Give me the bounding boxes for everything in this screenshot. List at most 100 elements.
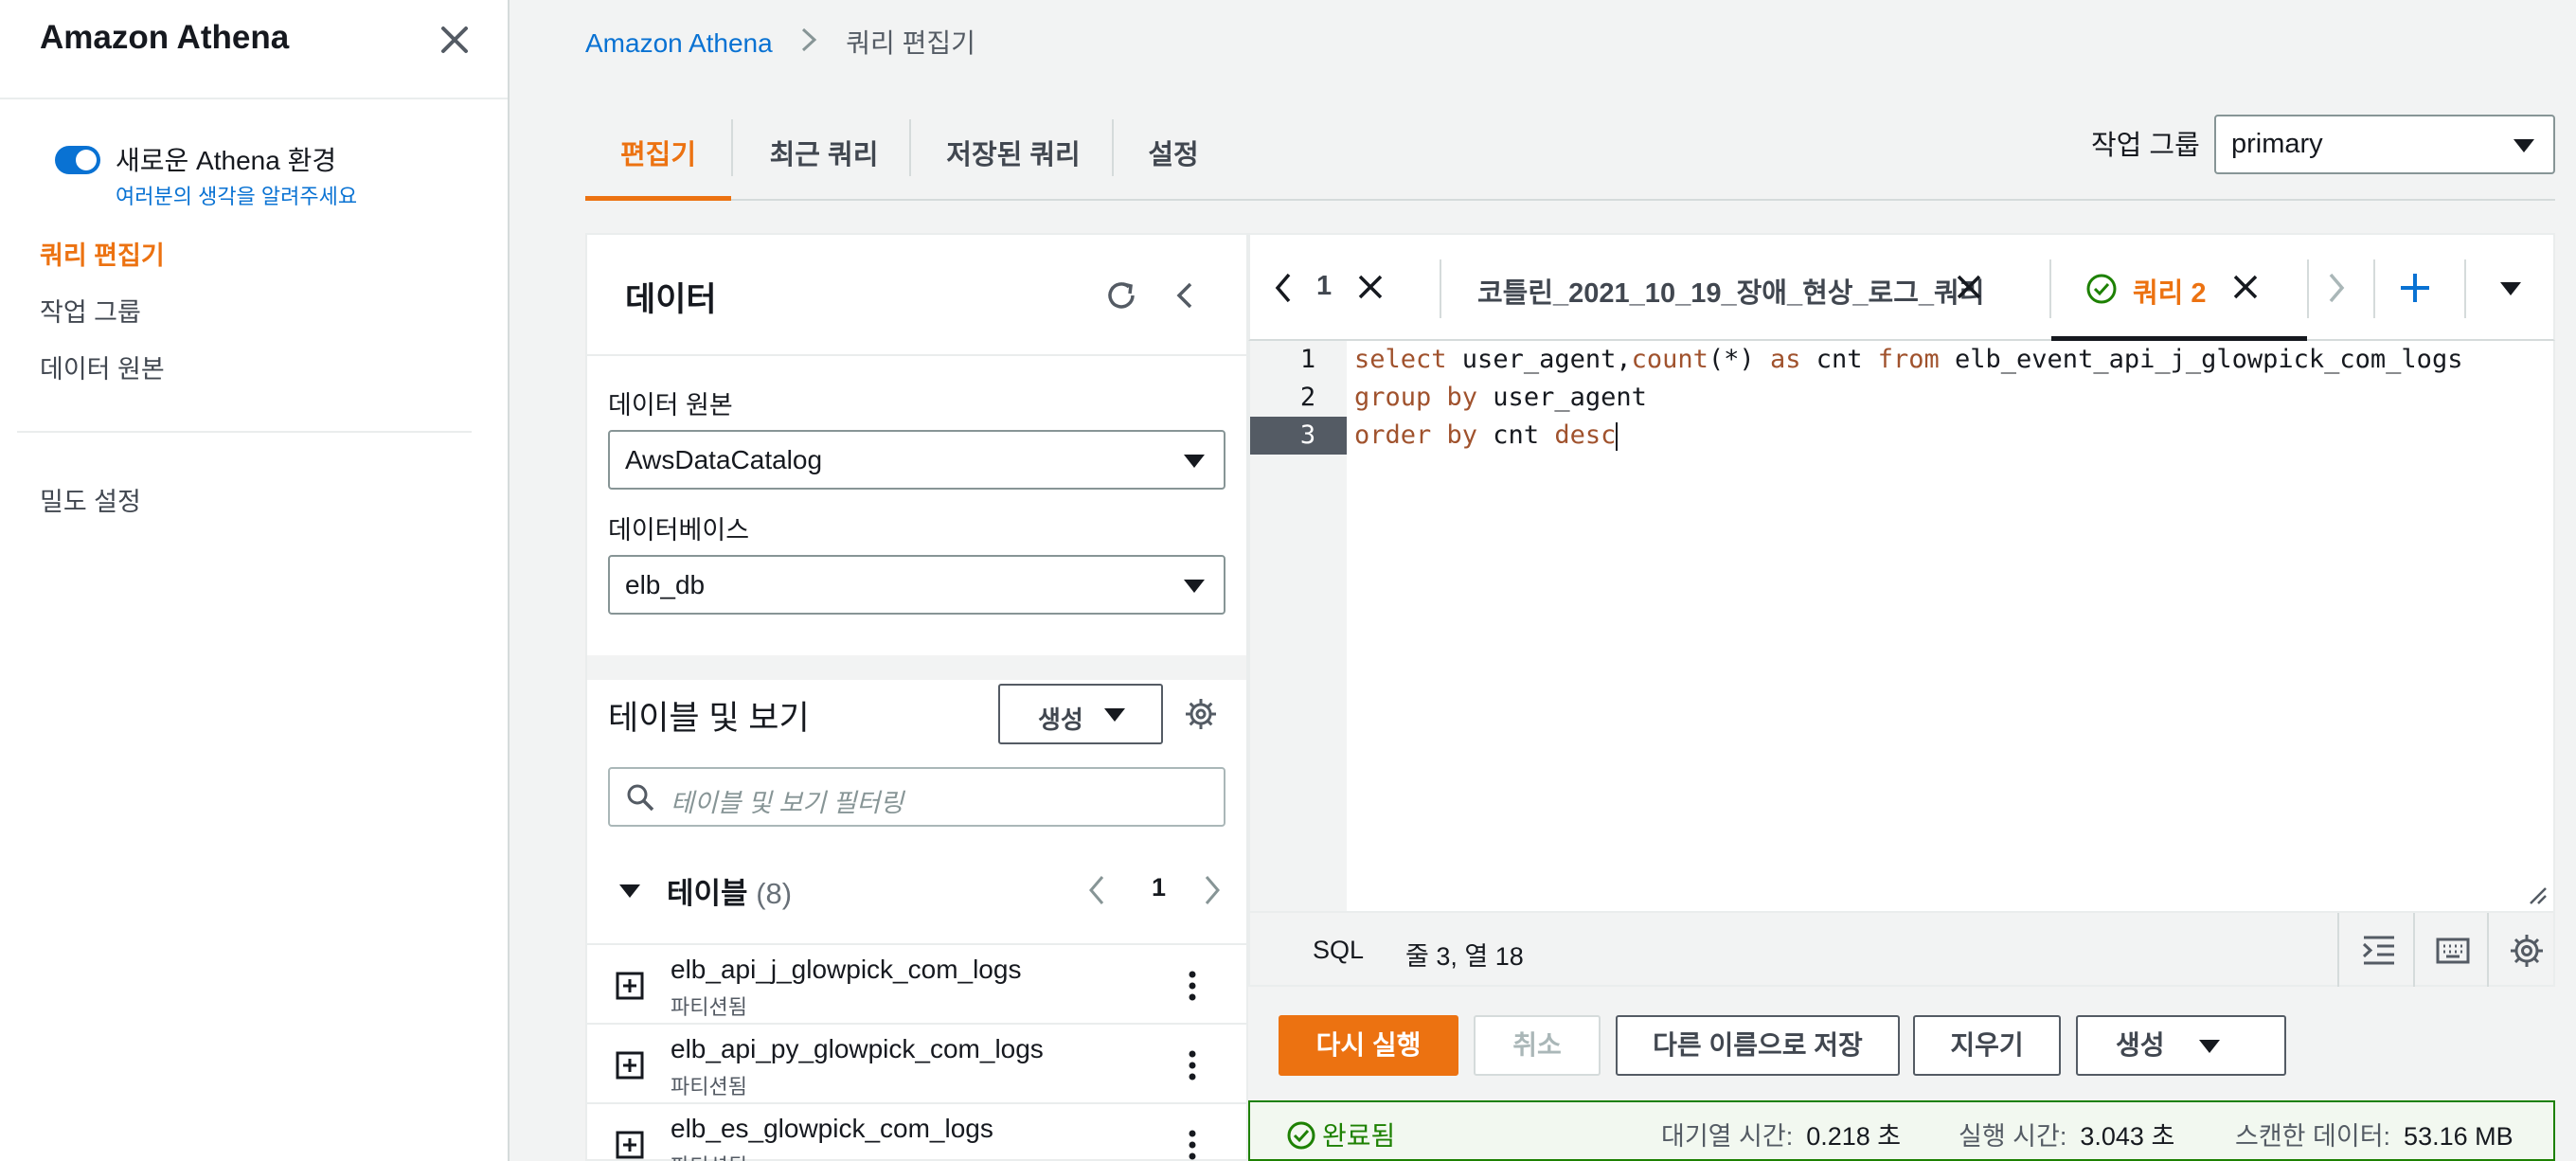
gear-icon[interactable] — [1184, 697, 1218, 731]
sql-keyword: group by — [1354, 383, 1478, 412]
refresh-icon[interactable] — [1102, 277, 1140, 314]
section-spacer — [587, 655, 1246, 680]
table-partition-status: 파티션됨 — [671, 1075, 747, 1098]
more-vertical-icon[interactable] — [1188, 1129, 1197, 1161]
more-vertical-icon[interactable] — [1188, 1049, 1197, 1081]
query-tab-label: 1 — [1316, 271, 1333, 301]
data-scanned-label: 스캔한 데이터: — [2235, 1122, 2391, 1151]
table-partition-status: 파티션됨 — [671, 995, 747, 1019]
caret-down-icon — [1184, 580, 1205, 593]
chevron-left-icon[interactable] — [1167, 277, 1205, 314]
query-tab[interactable]: 1 — [1313, 235, 1426, 341]
breadcrumb-current: 쿼리 편집기 — [846, 28, 975, 58]
close-icon[interactable] — [1354, 271, 1386, 303]
sql-keyword: order by — [1354, 420, 1478, 450]
feedback-link[interactable]: 여러분의 생각을 알려주세요 — [116, 180, 357, 210]
table-row[interactable]: elb_api_py_glowpick_com_logs 파티션됨 — [587, 1023, 1246, 1102]
run-again-button[interactable]: 다시 실행 — [1279, 1015, 1458, 1076]
sql-function: count — [1631, 345, 1708, 374]
create-dropdown-button[interactable]: 생성 — [2076, 1015, 2286, 1076]
database-label: 데이터베이스 — [608, 516, 750, 545]
chevron-left-icon[interactable] — [1083, 873, 1110, 907]
tab-settings[interactable]: 설정 — [1114, 127, 1233, 201]
expand-plus-icon[interactable] — [616, 972, 644, 1000]
nav-item-workgroups[interactable]: 작업 그룹 — [40, 292, 141, 329]
search-icon — [627, 784, 654, 812]
caret-down-icon[interactable] — [619, 884, 640, 898]
line-number: 2 — [1299, 383, 1316, 412]
close-icon[interactable] — [434, 19, 475, 61]
expand-plus-icon[interactable] — [616, 1131, 644, 1159]
sql-text: user_agent, — [1446, 345, 1632, 374]
tab-divider — [2373, 259, 2375, 318]
sql-keyword: desc — [1554, 420, 1617, 450]
divider — [587, 354, 1246, 356]
resize-handle-icon[interactable] — [2527, 884, 2548, 905]
format-query-icon[interactable] — [2360, 932, 2398, 970]
language-indicator: SQL — [1313, 936, 1365, 964]
tabs-menu-caret-icon[interactable] — [2500, 282, 2521, 295]
line-number: 1 — [1299, 345, 1316, 374]
workgroup-value: primary — [2231, 129, 2323, 159]
add-tab-icon[interactable] — [2398, 271, 2432, 305]
close-icon[interactable] — [1953, 271, 1985, 303]
table-row[interactable]: elb_api_j_glowpick_com_logs 파티션됨 — [587, 943, 1246, 1023]
save-as-button[interactable]: 다른 이름으로 저장 — [1616, 1015, 1900, 1076]
gear-icon[interactable] — [2508, 932, 2546, 970]
sql-editor[interactable]: 1 2 3 select user_agent,count(*) as cnt … — [1248, 341, 2555, 911]
side-navigation: Amazon Athena 새로운 Athena 환경 여러분의 생각을 알려주… — [0, 0, 510, 1161]
nav-item-data-sources[interactable]: 데이터 원본 — [40, 348, 165, 385]
code-line: select user_agent,count(*) as cnt from e… — [1354, 341, 2462, 379]
tab-saved-queries[interactable]: 저장된 쿼리 — [911, 127, 1116, 201]
keyboard-icon[interactable] — [2434, 932, 2472, 970]
sql-text: user_agent — [1477, 383, 1647, 412]
query-actions: 다시 실행 취소 다른 이름으로 저장 지우기 생성 — [1248, 987, 2555, 1100]
caret-down-icon — [1184, 455, 1205, 468]
create-label: 생성 — [2116, 1030, 2165, 1060]
expand-plus-icon[interactable] — [616, 1051, 644, 1080]
chevron-left-icon[interactable] — [1269, 271, 1297, 305]
database-value: elb_db — [625, 570, 706, 599]
create-dropdown-button[interactable]: 생성 — [998, 684, 1163, 744]
tables-label-text: 테이블 — [667, 877, 748, 910]
nav-item-query-editor[interactable]: 쿼리 편집기 — [40, 235, 165, 272]
breadcrumb-root-link[interactable]: Amazon Athena — [585, 28, 773, 58]
queue-time-value: 0.218 초 — [1806, 1122, 1902, 1151]
cancel-button[interactable]: 취소 — [1474, 1015, 1601, 1076]
clear-button[interactable]: 지우기 — [1913, 1015, 2061, 1076]
workgroup-select[interactable]: primary — [2214, 115, 2555, 174]
line-number-current: 3 — [1250, 417, 1347, 455]
query-tab[interactable]: 코틀린_2021_10_19_장애_현상_로그_쿼리 — [1441, 235, 2029, 341]
nav-item-density-settings[interactable]: 밀도 설정 — [40, 481, 141, 518]
page-number[interactable]: 1 — [1152, 873, 1166, 902]
queue-time-label: 대기열 시간: — [1661, 1122, 1794, 1151]
tab-divider — [2307, 259, 2309, 318]
query-tab-active[interactable]: 쿼리 2 — [2051, 235, 2307, 341]
new-experience-toggle[interactable] — [55, 146, 100, 174]
data-scanned: 스캔한 데이터: 53.16 MB — [2235, 1116, 2513, 1152]
chevron-right-icon[interactable] — [2322, 271, 2351, 305]
chevron-right-icon[interactable] — [1199, 873, 1225, 907]
database-select[interactable]: elb_db — [608, 555, 1225, 615]
sql-text: (*) — [1708, 345, 1770, 374]
sql-keyword: select — [1354, 345, 1447, 374]
table-partition-status: 파티션됨 — [671, 1150, 747, 1161]
tab-recent-queries[interactable]: 최근 쿼리 — [733, 127, 915, 201]
table-row[interactable]: elb_es_glowpick_com_logs 파티션됨 — [587, 1102, 1246, 1161]
query-tabs-bar: 1 코틀린_2021_10_19_장애_현상_로그_쿼리 쿼리 2 — [1248, 233, 2555, 341]
data-source-select[interactable]: AwsDataCatalog — [608, 430, 1225, 490]
caret-down-icon — [1104, 708, 1125, 722]
sql-keyword: from — [1877, 345, 1940, 374]
data-scanned-value: 53.16 MB — [2404, 1122, 2513, 1151]
more-vertical-icon[interactable] — [1188, 970, 1197, 1002]
divider — [2337, 913, 2339, 987]
divider — [2413, 913, 2415, 987]
close-icon[interactable] — [2229, 271, 2262, 303]
code-line: group by user_agent — [1354, 379, 1647, 417]
run-time: 실행 시간: 3.043 초 — [1959, 1116, 2174, 1152]
tables-filter-input[interactable]: 테이블 및 보기 필터링 — [608, 767, 1225, 827]
tab-editor[interactable]: 편집기 — [585, 127, 731, 201]
nav-title: Amazon Athena — [40, 19, 290, 56]
workgroup-label: 작업 그룹 — [2091, 131, 2200, 161]
check-circle-icon — [2086, 274, 2117, 304]
